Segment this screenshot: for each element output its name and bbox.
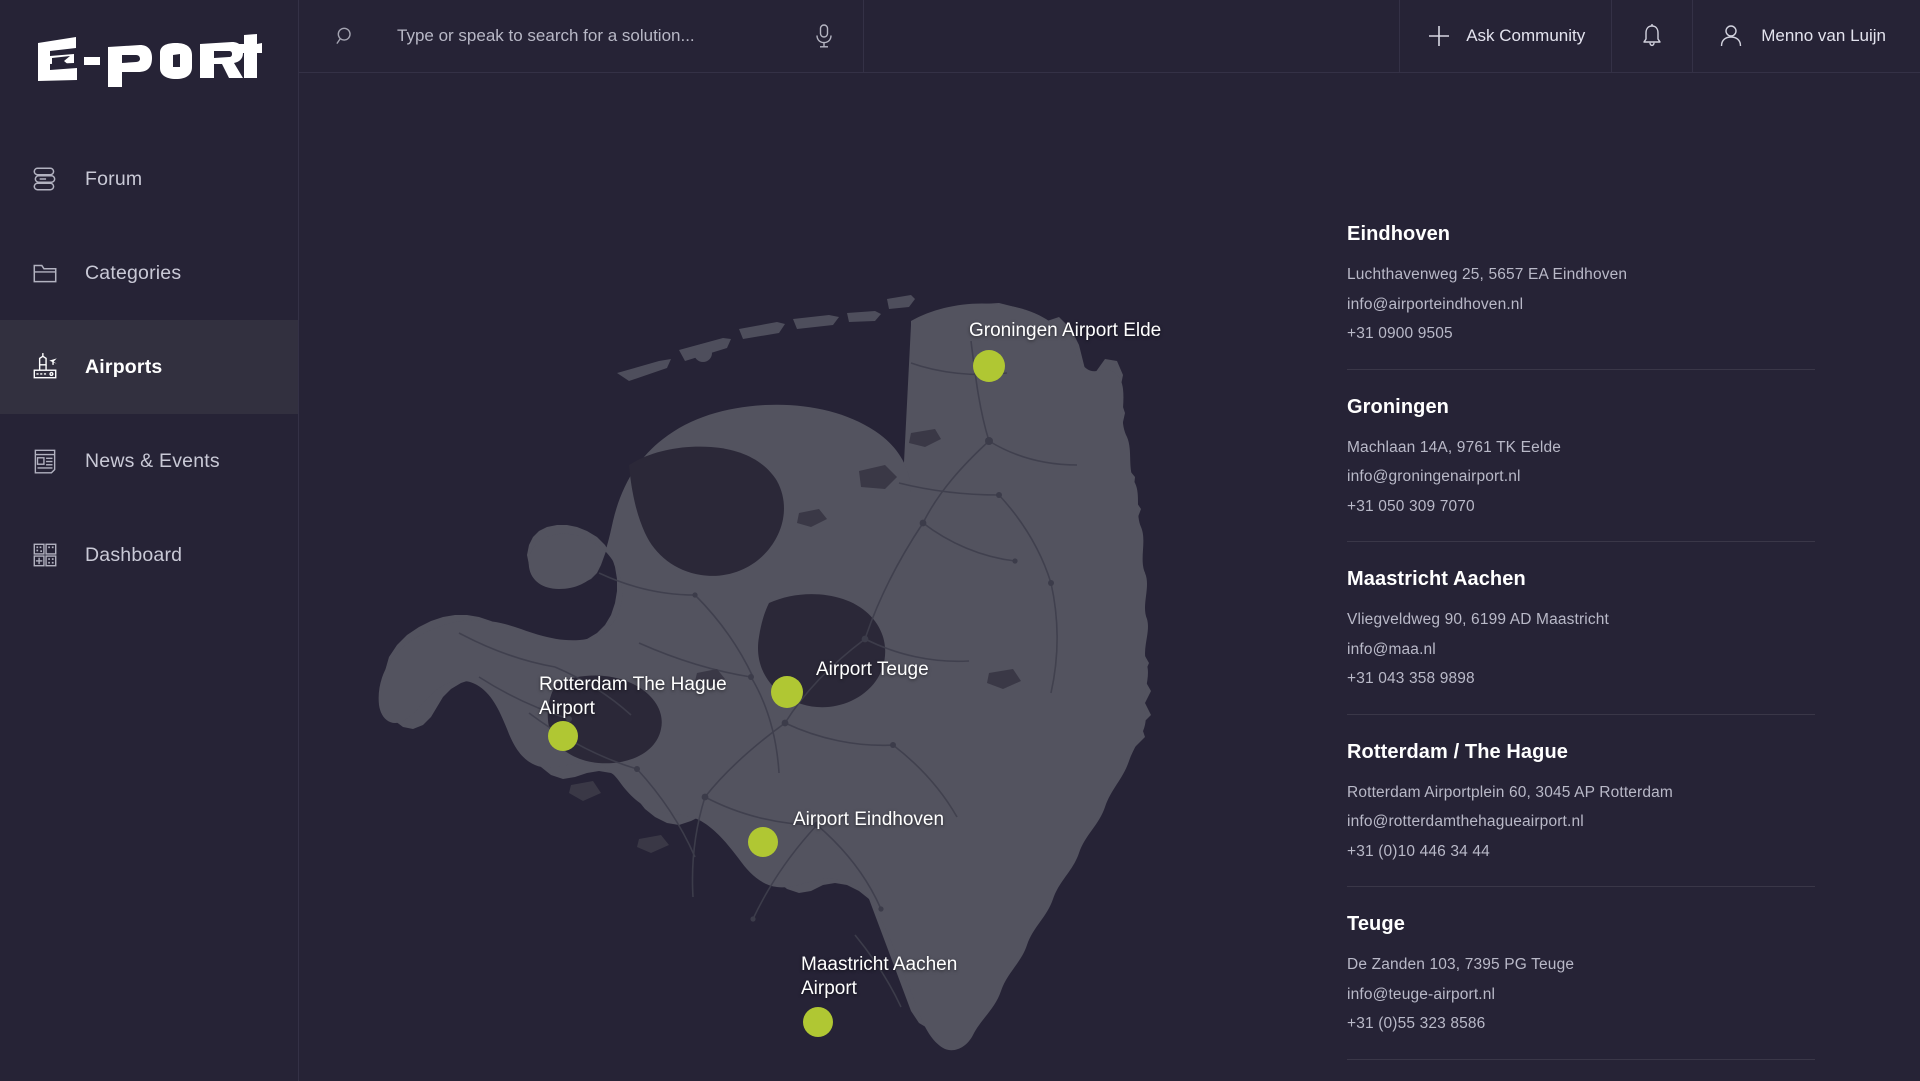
user-avatar-icon <box>1721 25 1742 47</box>
sidebar-item-news-events[interactable]: News & Events <box>0 414 298 508</box>
airport-phone[interactable]: +31 050 309 7070 <box>1347 498 1867 515</box>
search-icon[interactable] <box>335 25 357 47</box>
netherlands-map[interactable]: Groningen Airport Elde Airport Teuge Rot… <box>299 73 1359 1081</box>
user-menu-button[interactable]: Menno van Luijn <box>1693 0 1920 72</box>
notification-bell-icon <box>1643 24 1661 47</box>
airport-email[interactable]: info@teuge-airport.nl <box>1347 986 1867 1003</box>
ask-community-label: Ask Community <box>1466 26 1586 45</box>
sidebar-item-forum[interactable]: Forum <box>0 132 298 226</box>
airport-phone[interactable]: +31 0900 9505 <box>1347 326 1867 342</box>
airport-name: Groningen <box>1347 395 1450 418</box>
airport-email[interactable]: info@groningenairport.nl <box>1347 469 1867 485</box>
app-root: Forum Categories Airports News & Events … <box>0 0 1920 1081</box>
map-marker-groningen[interactable] <box>973 350 1005 382</box>
sidebar-item-label: Categories <box>85 261 182 284</box>
airport-entry-rotterdam-the-hague: Rotterdam / The Hague Rotterdam Airportp… <box>1347 741 1867 860</box>
entry-divider <box>1347 368 1815 370</box>
airport-email[interactable]: info@airporteindhoven.nl <box>1347 296 1867 313</box>
entry-divider <box>1347 886 1815 887</box>
sidebar-item-airports[interactable]: Airports <box>0 320 298 414</box>
airport-name: Teuge <box>1347 913 1405 935</box>
airport-address: Vliegveldweg 90, 6199 AD Maastricht <box>1347 611 1610 628</box>
airport-phone[interactable]: +31 043 358 9898 <box>1347 671 1867 687</box>
map-marker-rotterdam[interactable] <box>548 721 578 751</box>
airport-name: Eindhoven <box>1347 223 1451 245</box>
airport-entry-teuge: Teuge De Zanden 103, 7395 PG Teuge info@… <box>1347 913 1867 1032</box>
search-container <box>299 0 864 72</box>
sidebar-item-dashboard[interactable]: Dashboard <box>0 508 298 602</box>
plus-icon <box>1429 26 1450 46</box>
sidebar-nav: Forum Categories Airports News & Events … <box>0 132 298 602</box>
brand-logo[interactable] <box>0 0 298 118</box>
control-tower-airplane-icon <box>33 353 57 379</box>
sidebar-item-label: News & Events <box>85 449 220 472</box>
entry-divider <box>1347 713 1815 715</box>
airport-email[interactable]: info@maa.nl <box>1347 641 1867 658</box>
ask-community-button[interactable]: Ask Community <box>1400 0 1613 72</box>
search-input[interactable] <box>357 26 807 46</box>
airport-address: Rotterdam Airportplein 60, 3045 AP Rotte… <box>1347 783 1673 801</box>
map-marker-eindhoven[interactable] <box>748 827 778 857</box>
main-content: Airports <box>299 73 1920 1081</box>
map-marker-teuge[interactable] <box>771 676 803 708</box>
airport-entry-eindhoven: Eindhoven Luchthavenweg 25, 5657 EA Eind… <box>1347 223 1867 342</box>
airport-entry-groningen: Groningen Machlaan 14A, 9761 TK Eelde in… <box>1347 396 1867 515</box>
airport-name: Rotterdam / The Hague <box>1347 740 1569 763</box>
forum-stacked-books-icon <box>33 167 56 191</box>
newspaper-icon <box>34 449 56 474</box>
user-name-label: Menno van Luijn <box>1761 26 1886 45</box>
e-port-logo-icon <box>38 34 262 87</box>
top-header: Ask Community Menno van Luijn <box>299 0 1920 73</box>
sidebar-item-label: Dashboard <box>85 543 183 566</box>
entry-divider <box>1347 541 1815 542</box>
sidebar-item-label: Forum <box>85 167 143 190</box>
airport-address: De Zanden 103, 7395 PG Teuge <box>1347 956 1575 973</box>
airport-email[interactable]: info@rotterdamthehagueairport.nl <box>1347 814 1867 830</box>
microphone-icon <box>816 24 832 48</box>
airport-phone[interactable]: +31 (0)10 446 34 44 <box>1347 843 1867 860</box>
airport-phone[interactable]: +31 (0)55 323 8586 <box>1347 1016 1867 1032</box>
folder-icon <box>33 264 57 283</box>
map-svg <box>299 73 1359 1081</box>
notifications-button[interactable] <box>1612 0 1694 72</box>
sidebar: Forum Categories Airports News & Events … <box>0 0 299 1081</box>
header-spacer <box>864 0 1401 72</box>
map-marker-maastricht[interactable] <box>803 1007 833 1037</box>
entry-divider <box>1347 1058 1815 1060</box>
airport-list-panel: Eindhoven Luchthavenweg 25, 5657 EA Eind… <box>1347 73 1867 1081</box>
airport-address: Machlaan 14A, 9761 TK Eelde <box>1347 438 1562 456</box>
airport-entry-maastricht-aachen: Maastricht Aachen Vliegveldweg 90, 6199 … <box>1347 568 1867 687</box>
sidebar-item-categories[interactable]: Categories <box>0 226 298 320</box>
airport-name: Maastricht Aachen <box>1347 568 1526 590</box>
voice-search-button[interactable] <box>807 19 841 53</box>
dashboard-grid-icon <box>33 543 57 567</box>
sidebar-item-label: Airports <box>85 355 163 378</box>
airport-address: Luchthavenweg 25, 5657 EA Eindhoven <box>1347 266 1628 283</box>
